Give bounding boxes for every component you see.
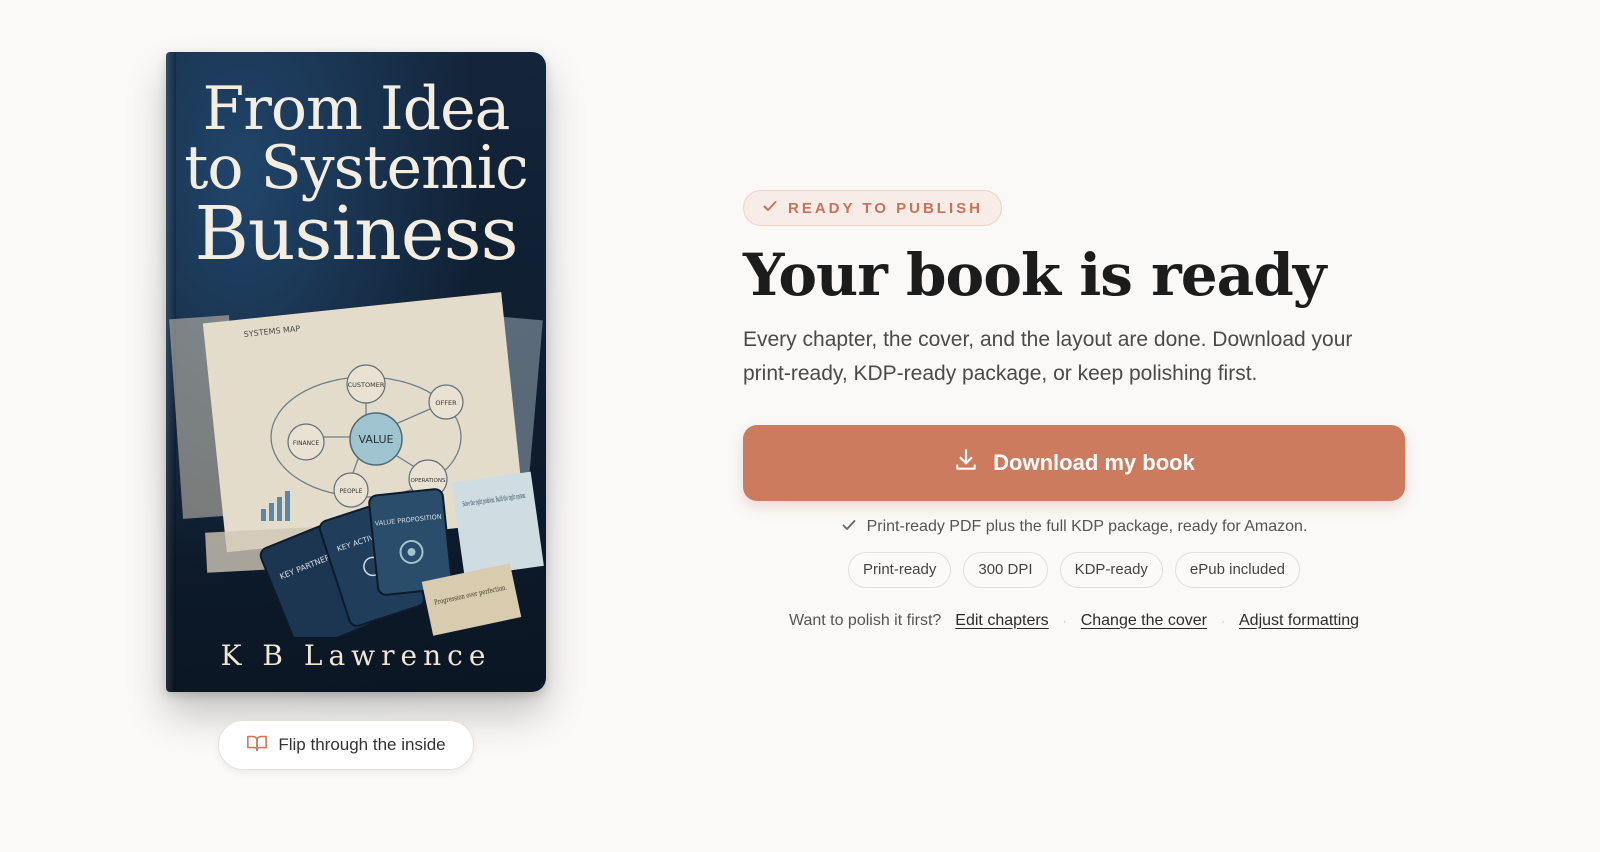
status-badge: READY TO PUBLISH bbox=[743, 190, 1002, 226]
finance-node-label: FINANCE bbox=[293, 440, 319, 447]
book-author: K B Lawrence bbox=[220, 639, 492, 672]
page-description: Every chapter, the cover, and the layout… bbox=[743, 327, 1353, 385]
flip-through-button[interactable]: Flip through the inside bbox=[218, 720, 474, 770]
note-check-icon bbox=[841, 517, 857, 538]
separator-dot: · bbox=[1062, 613, 1067, 628]
book-cover: From Idea to Systemic Business VALUE CUS… bbox=[166, 52, 546, 692]
download-book-button[interactable]: Download my book bbox=[743, 424, 1405, 501]
sticky-note-1: Solve the right problem. Build the right… bbox=[451, 471, 544, 577]
customer-node-label: CUSTOMER bbox=[348, 381, 385, 389]
polish-prompt: Want to polish it first? bbox=[788, 611, 942, 629]
operations-node-label: OPERATIONS bbox=[411, 478, 446, 484]
book-title-line-1: From Idea bbox=[202, 74, 511, 144]
status-badge-label: READY TO PUBLISH bbox=[788, 199, 983, 217]
people-node-label: PEOPLE bbox=[340, 488, 363, 495]
book-cover-area: From Idea to Systemic Business VALUE CUS… bbox=[126, 32, 586, 732]
edit-chapters-link[interactable]: Edit chapters bbox=[955, 612, 1048, 630]
book-title-line-3: Business bbox=[194, 190, 518, 277]
offer-node-label: OFFER bbox=[435, 399, 457, 407]
cover-illustration: VALUE CUSTOMER OFFER FINANCE PEOPLE OPER… bbox=[169, 292, 544, 637]
chip-kdp-ready: KDP-ready bbox=[1059, 551, 1163, 588]
change-cover-link[interactable]: Change the cover bbox=[1081, 612, 1207, 630]
separator-dot: · bbox=[1221, 613, 1225, 628]
check-icon bbox=[762, 198, 778, 218]
download-book-label: Download my book bbox=[993, 449, 1195, 475]
publish-panel: READY TO PUBLISH Your book is ready Ever… bbox=[743, 190, 1405, 630]
book-title-line-2: to Systemic bbox=[184, 132, 528, 203]
polish-links: Want to polish it first? Edit chapters ·… bbox=[743, 612, 1405, 630]
feature-chips: Print-ready 300 DPI KDP-ready ePub inclu… bbox=[743, 551, 1405, 588]
open-book-icon bbox=[246, 732, 268, 759]
page-title: Your book is ready bbox=[743, 241, 1326, 309]
download-icon bbox=[953, 447, 979, 479]
package-note-text: Print-ready PDF plus the full KDP packag… bbox=[866, 518, 1308, 536]
adjust-formatting-link[interactable]: Adjust formatting bbox=[1239, 612, 1359, 630]
chip-print-ready: Print-ready bbox=[848, 551, 952, 588]
book-title: From Idea to Systemic Business bbox=[166, 74, 546, 277]
package-note: Print-ready PDF plus the full KDP packag… bbox=[743, 517, 1405, 538]
value-node-label: VALUE bbox=[359, 433, 394, 446]
chip-300-dpi: 300 DPI bbox=[963, 551, 1048, 588]
chip-epub-included: ePub included bbox=[1174, 551, 1300, 588]
flip-through-label: Flip through the inside bbox=[278, 735, 446, 754]
